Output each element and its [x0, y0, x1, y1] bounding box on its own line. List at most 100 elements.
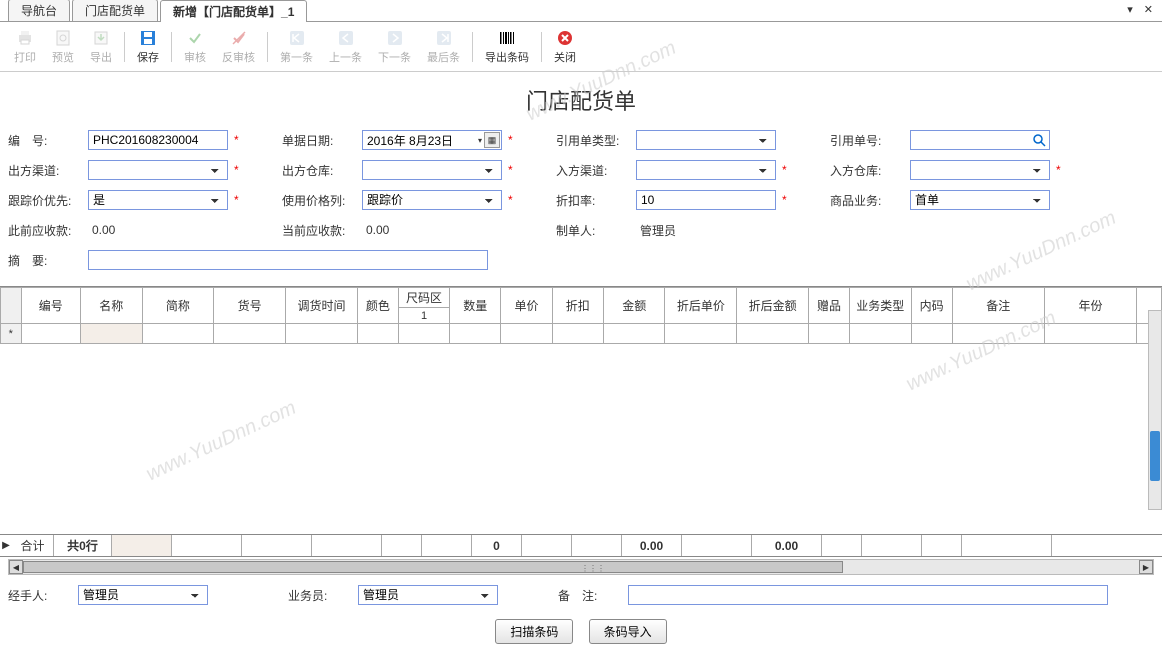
col-biztype[interactable]: 业务类型 [850, 288, 912, 324]
col-transfer[interactable]: 调货时间 [286, 288, 358, 324]
audit-button[interactable]: 审核 [178, 26, 212, 67]
grid-body[interactable] [0, 344, 1162, 534]
totals-amount: 0.00 [622, 535, 682, 556]
summary-label: 摘 要: [8, 252, 88, 269]
first-icon [287, 28, 307, 48]
save-icon [138, 28, 158, 48]
date-label: 单据日期: [282, 132, 362, 149]
inchannel-select[interactable] [636, 160, 776, 180]
scroll-left-icon[interactable]: ◀ [9, 560, 23, 574]
discount-label: 折扣率: [556, 192, 636, 209]
table-row[interactable]: * [1, 324, 1162, 344]
creator-value: 管理员 [636, 222, 776, 239]
summary-input[interactable] [88, 250, 488, 270]
refno-input[interactable] [910, 130, 1050, 150]
biz-label: 商品业务: [830, 192, 910, 209]
footer-form: 经手人: 管理员 业务员: 管理员 备 注: [0, 579, 1162, 611]
dropdown-icon[interactable]: ▾ [478, 136, 482, 145]
barcode-icon [497, 28, 517, 48]
prev-icon [336, 28, 356, 48]
col-discount[interactable]: 折扣 [552, 288, 603, 324]
last-icon [434, 28, 454, 48]
tab-new[interactable]: 新增【门店配货单】_1 [160, 0, 307, 22]
print-icon [15, 28, 35, 48]
col-color[interactable]: 颜色 [357, 288, 398, 324]
pricecol-select[interactable]: 跟踪价 [362, 190, 502, 210]
unaudit-button[interactable]: 反审核 [216, 26, 261, 67]
next-button[interactable]: 下一条 [372, 26, 417, 67]
tab-nav[interactable]: 导航台 [8, 0, 70, 21]
col-gift[interactable]: 赠品 [809, 288, 850, 324]
code-input[interactable] [88, 130, 228, 150]
pricecol-label: 使用价格列: [282, 192, 362, 209]
tabs-controls: ▾ ✕ [1121, 3, 1154, 16]
col-size-1[interactable]: 1 [398, 308, 449, 324]
page-title: 门店配货单 [0, 72, 1162, 124]
track-select[interactable]: 是 [88, 190, 228, 210]
last-button[interactable]: 最后条 [421, 26, 466, 67]
col-afterprice[interactable]: 折后单价 [665, 288, 737, 324]
export-icon [91, 28, 111, 48]
preview-button[interactable]: 预览 [46, 26, 80, 67]
col-afteramount[interactable]: 折后金额 [737, 288, 809, 324]
tabs-bar: 导航台 门店配货单 新增【门店配货单】_1 ▾ ✕ [0, 0, 1162, 22]
prevrecv-label: 此前应收款: [8, 222, 88, 239]
tabs-menu-icon[interactable]: ▾ [1127, 4, 1134, 16]
form-area: 编 号:* 单据日期: ▦▾* 引用单类型: 引用单号: 出方渠道:* 出方仓库… [0, 124, 1162, 282]
outwh-select[interactable] [362, 160, 502, 180]
first-button[interactable]: 第一条 [274, 26, 319, 67]
footer-buttons: 扫描条码 条码导入 [0, 611, 1162, 652]
search-icon[interactable] [1032, 133, 1046, 147]
save-button[interactable]: 保存 [131, 26, 165, 67]
sales-select[interactable]: 管理员 [358, 585, 498, 605]
code-label: 编 号: [8, 132, 88, 149]
export-button[interactable]: 导出 [84, 26, 118, 67]
calendar-icon[interactable]: ▦ [484, 132, 500, 148]
col-innercode[interactable]: 内码 [911, 288, 952, 324]
totals-rows: 共0行 [54, 535, 112, 556]
close-button[interactable]: 关闭 [548, 26, 582, 67]
inwh-select[interactable] [910, 160, 1050, 180]
prevrecv-value: 0.00 [88, 223, 228, 237]
col-sku[interactable]: 货号 [214, 288, 286, 324]
col-short[interactable]: 简称 [142, 288, 214, 324]
col-remark[interactable]: 备注 [952, 288, 1044, 324]
tabs-close-icon[interactable]: ✕ [1144, 4, 1154, 16]
totals-toggle-icon[interactable]: ▶ [0, 540, 12, 551]
prev-button[interactable]: 上一条 [323, 26, 368, 67]
scroll-right-icon[interactable]: ▶ [1139, 560, 1153, 574]
data-grid: 编号 名称 简称 货号 调货时间 颜色 尺码区 数量 单价 折扣 金额 折后单价… [0, 286, 1162, 557]
handler-label: 经手人: [8, 587, 78, 604]
discount-input[interactable] [636, 190, 776, 210]
col-qty[interactable]: 数量 [450, 288, 501, 324]
vertical-scrollbar[interactable] [1148, 310, 1162, 510]
outchannel-label: 出方渠道: [8, 162, 88, 179]
remark-input[interactable] [628, 585, 1108, 605]
col-price[interactable]: 单价 [501, 288, 552, 324]
biz-select[interactable]: 首单 [910, 190, 1050, 210]
track-label: 跟踪价优先: [8, 192, 88, 209]
totals-row: ▶ 合计 共0行 0 0.00 0.00 [0, 534, 1162, 556]
export-barcode-button[interactable]: 导出条码 [479, 26, 535, 67]
col-amount[interactable]: 金额 [603, 288, 665, 324]
outwh-label: 出方仓库: [282, 162, 362, 179]
close-icon [555, 28, 575, 48]
check-icon [185, 28, 205, 48]
horizontal-scrollbar[interactable]: ◀ ⋮⋮⋮ ▶ [8, 559, 1154, 575]
tab-list[interactable]: 门店配货单 [72, 0, 158, 21]
col-year[interactable]: 年份 [1044, 288, 1136, 324]
scan-barcode-button[interactable]: 扫描条码 [495, 619, 573, 644]
print-button[interactable]: 打印 [8, 26, 42, 67]
outchannel-select[interactable] [88, 160, 228, 180]
col-name[interactable]: 名称 [80, 288, 142, 324]
reftype-select[interactable] [636, 130, 776, 150]
handler-select[interactable]: 管理员 [78, 585, 208, 605]
totals-qty: 0 [472, 535, 522, 556]
toolbar: 打印 预览 导出 保存 审核 反审核 第一条 上一条 下一条 最后条 导出条 [0, 22, 1162, 72]
row-marker: * [1, 324, 22, 344]
scroll-thumb[interactable] [23, 561, 843, 573]
import-barcode-button[interactable]: 条码导入 [589, 619, 667, 644]
col-sizezone[interactable]: 尺码区 [398, 288, 449, 308]
col-no[interactable]: 编号 [21, 288, 80, 324]
vscroll-thumb[interactable] [1150, 431, 1160, 481]
